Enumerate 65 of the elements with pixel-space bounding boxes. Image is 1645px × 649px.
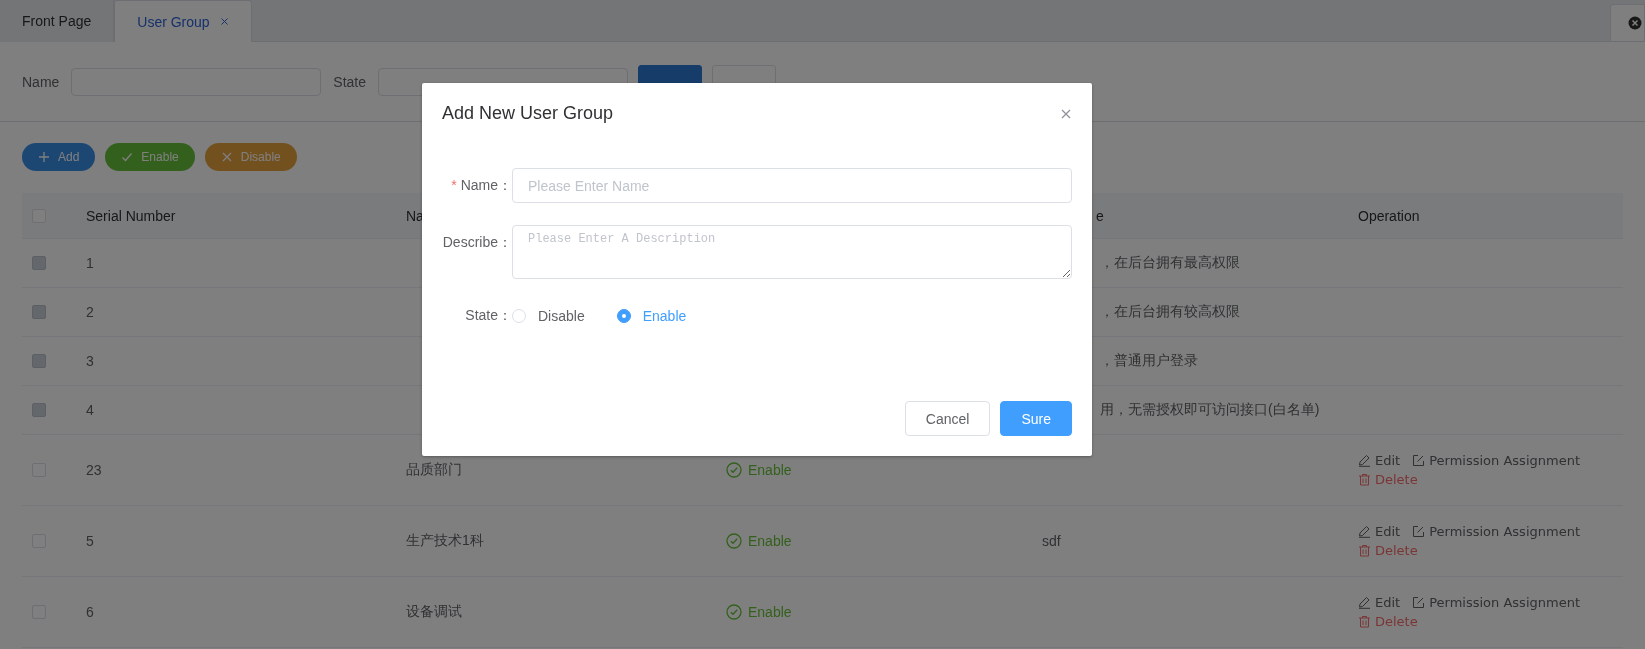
table-cell-text: 5	[86, 533, 95, 549]
header-cell-text: e	[1095, 207, 1105, 224]
radio-option[interactable]: Enable	[616, 308, 687, 324]
tab[interactable]: Front Page	[0, 0, 115, 42]
table-cell-text: 1	[86, 255, 95, 271]
dialog-title: Add New User Group	[442, 103, 614, 124]
description-textarea[interactable]: Please Enter A Description	[512, 225, 1072, 279]
status-label: Enable	[726, 533, 1042, 549]
field-label: State：	[465, 307, 512, 323]
pencil-icon	[1358, 525, 1371, 538]
delete-link[interactable]: Delete	[1358, 472, 1418, 487]
cancel-button[interactable]: Cancel	[904, 401, 991, 436]
permission-link[interactable]: Permission Assignment	[1412, 524, 1580, 539]
edit-link[interactable]: Edit	[1358, 524, 1401, 539]
confirm-button[interactable]: Sure	[1000, 401, 1072, 436]
edit-link[interactable]: Edit	[1358, 595, 1401, 610]
tab-label: Front Page	[22, 13, 92, 29]
header-cell-text: Operation	[1358, 207, 1421, 224]
table-cell-text: ，在后台拥有较高权限	[1099, 303, 1241, 321]
close-icon	[220, 151, 233, 163]
disable-button[interactable]: Disable	[204, 143, 297, 171]
table-cell-text: 4	[86, 402, 95, 418]
header-cell-text: Serial Number	[86, 207, 177, 224]
edit-link[interactable]: Edit	[1358, 453, 1401, 468]
table-cell-text: 品质部门	[406, 461, 463, 479]
radio-option[interactable]: Disable	[512, 308, 585, 324]
filter-label: Name	[22, 73, 60, 90]
tab-label: User Group	[137, 13, 210, 30]
delete-link[interactable]: Delete	[1358, 543, 1418, 558]
check-icon	[121, 151, 134, 163]
delete-link[interactable]: Delete	[1358, 614, 1418, 629]
table-cell-text: 3	[86, 353, 95, 369]
check-circle-icon	[726, 462, 742, 478]
check-circle-icon	[726, 533, 742, 549]
table-cell-text: 生产技术1科	[406, 532, 485, 550]
table-cell-text: ，普通用户登录	[1099, 352, 1199, 370]
enable-button[interactable]: Enable	[105, 143, 195, 171]
table-cell-text: 6	[86, 604, 95, 620]
name-input[interactable]: Please Enter Name	[512, 168, 1072, 203]
check-circle-icon	[726, 604, 742, 620]
pencil-icon	[1358, 454, 1371, 467]
close-icon	[1060, 107, 1072, 120]
trash-icon	[1358, 615, 1371, 628]
permission-link[interactable]: Permission Assignment	[1412, 453, 1580, 468]
filter-label: State	[333, 73, 367, 90]
trash-icon	[1358, 544, 1371, 557]
table-cell-text: 2	[86, 304, 95, 320]
status-label: Enable	[726, 462, 1042, 478]
add-button[interactable]: Add	[22, 143, 96, 171]
tab-close-icon	[219, 17, 229, 26]
field-label: Describe：	[442, 234, 512, 250]
permission-link[interactable]: Permission Assignment	[1412, 595, 1580, 610]
table-cell-text: 23	[86, 462, 103, 478]
trash-icon	[1358, 473, 1371, 486]
tab[interactable]: User Group	[114, 0, 252, 42]
status-label: Enable	[726, 604, 1042, 620]
radio-button[interactable]	[616, 309, 631, 323]
plus-icon	[38, 151, 50, 163]
field-label: Name：	[460, 176, 512, 193]
table-cell-text: 设备调试	[406, 603, 463, 621]
required-mark: *	[451, 176, 457, 193]
table-cell-text: ，在后台拥有最高权限	[1099, 254, 1241, 272]
pencil-icon	[1358, 596, 1371, 609]
table-cell-text: sdf	[1042, 533, 1062, 549]
close-circle-icon[interactable]	[1628, 16, 1642, 30]
